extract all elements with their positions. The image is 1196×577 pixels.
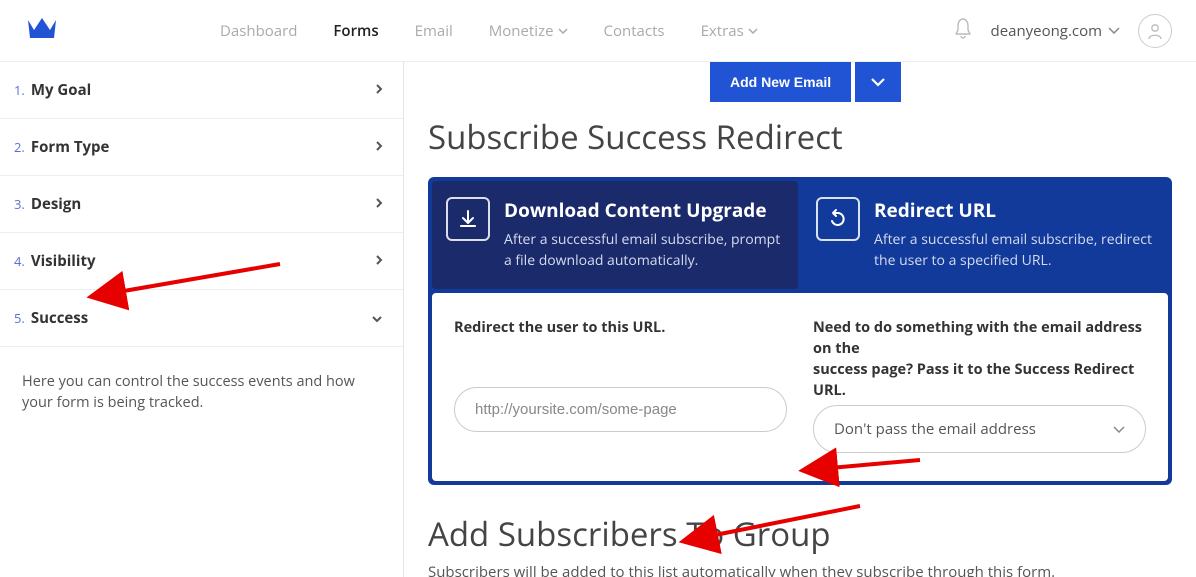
nav-extras[interactable]: Extras bbox=[701, 21, 758, 41]
sidebar-step-goal[interactable]: 1. My Goal bbox=[0, 62, 403, 119]
nav-dashboard[interactable]: Dashboard bbox=[220, 21, 297, 41]
sidebar: 1. My Goal 2. Form Type 3. Design 4. Vis… bbox=[0, 62, 404, 577]
avatar[interactable] bbox=[1138, 14, 1172, 48]
logo[interactable] bbox=[24, 14, 60, 47]
chevron-down-icon bbox=[371, 310, 383, 327]
step-number: 2. bbox=[14, 138, 25, 156]
section-heading-redirect: Subscribe Success Redirect bbox=[428, 114, 1196, 159]
main-content: Add New Email Subscribe Success Redirect… bbox=[404, 62, 1196, 577]
add-new-email-dropdown[interactable] bbox=[855, 62, 901, 102]
chevron-down-icon bbox=[1113, 426, 1125, 433]
step-number: 1. bbox=[14, 81, 25, 99]
nav-monetize-label: Monetize bbox=[489, 21, 554, 41]
add-new-email-button[interactable]: Add New Email bbox=[710, 62, 851, 102]
account-menu[interactable]: deanyeong.com bbox=[991, 21, 1120, 41]
step-label: Visibility bbox=[31, 251, 375, 271]
chevron-right-icon bbox=[375, 253, 383, 270]
chevron-right-icon bbox=[375, 82, 383, 99]
header-right: deanyeong.com bbox=[953, 14, 1172, 48]
sidebar-step-visibility[interactable]: 4. Visibility bbox=[0, 233, 403, 290]
sidebar-step-form-type[interactable]: 2. Form Type bbox=[0, 119, 403, 176]
redirect-url-label: Redirect the user to this URL. bbox=[454, 317, 787, 383]
sidebar-description: Here you can control the success events … bbox=[0, 347, 403, 437]
option-redirect-url[interactable]: Redirect URL After a successful email su… bbox=[802, 181, 1168, 289]
sidebar-step-design[interactable]: 3. Design bbox=[0, 176, 403, 233]
add-email-button-group: Add New Email bbox=[710, 62, 1196, 102]
step-label: Success bbox=[31, 308, 371, 328]
nav-extras-label: Extras bbox=[701, 21, 744, 41]
pass-email-label: Need to do something with the email addr… bbox=[813, 317, 1146, 401]
crown-icon bbox=[24, 14, 60, 42]
group-subtext: Subscribers will be added to this list a… bbox=[428, 562, 1196, 577]
user-icon bbox=[1146, 22, 1164, 40]
step-label: My Goal bbox=[31, 80, 375, 100]
account-label: deanyeong.com bbox=[991, 21, 1102, 41]
redirect-url-input[interactable] bbox=[454, 387, 787, 432]
chevron-down-icon bbox=[748, 28, 758, 34]
nav-forms[interactable]: Forms bbox=[333, 21, 378, 41]
option-download-content-upgrade[interactable]: Download Content Upgrade After a success… bbox=[432, 181, 798, 289]
step-label: Design bbox=[31, 194, 375, 214]
pass-email-select-value: Don't pass the email address bbox=[834, 419, 1036, 439]
chevron-right-icon bbox=[375, 139, 383, 156]
step-number: 5. bbox=[14, 309, 25, 327]
redirect-settings: Redirect the user to this URL. Need to d… bbox=[432, 293, 1168, 481]
bell-icon bbox=[953, 17, 973, 39]
chevron-down-icon bbox=[558, 28, 568, 34]
redirect-icon bbox=[816, 197, 860, 241]
step-number: 4. bbox=[14, 252, 25, 270]
option-title: Download Content Upgrade bbox=[504, 197, 784, 223]
option-title: Redirect URL bbox=[874, 197, 1154, 223]
chevron-down-icon bbox=[870, 77, 886, 87]
app-header: Dashboard Forms Email Monetize Contacts … bbox=[0, 0, 1196, 62]
step-label: Form Type bbox=[31, 137, 375, 157]
option-desc: After a successful email subscribe, prom… bbox=[504, 229, 784, 271]
section-heading-group: Add Subscribers To Group bbox=[428, 511, 1196, 556]
chevron-right-icon bbox=[375, 196, 383, 213]
nav-contacts[interactable]: Contacts bbox=[604, 21, 665, 41]
step-number: 3. bbox=[14, 195, 25, 213]
option-desc: After a successful email subscribe, redi… bbox=[874, 229, 1154, 271]
notifications-bell[interactable] bbox=[953, 17, 973, 44]
main-nav: Dashboard Forms Email Monetize Contacts … bbox=[220, 21, 758, 41]
chevron-down-icon bbox=[1108, 27, 1120, 34]
download-icon bbox=[446, 197, 490, 241]
pass-email-select[interactable]: Don't pass the email address bbox=[813, 405, 1146, 453]
redirect-options-panel: Download Content Upgrade After a success… bbox=[428, 177, 1172, 485]
nav-monetize[interactable]: Monetize bbox=[489, 21, 568, 41]
nav-email[interactable]: Email bbox=[415, 21, 453, 41]
sidebar-step-success[interactable]: 5. Success bbox=[0, 290, 403, 347]
